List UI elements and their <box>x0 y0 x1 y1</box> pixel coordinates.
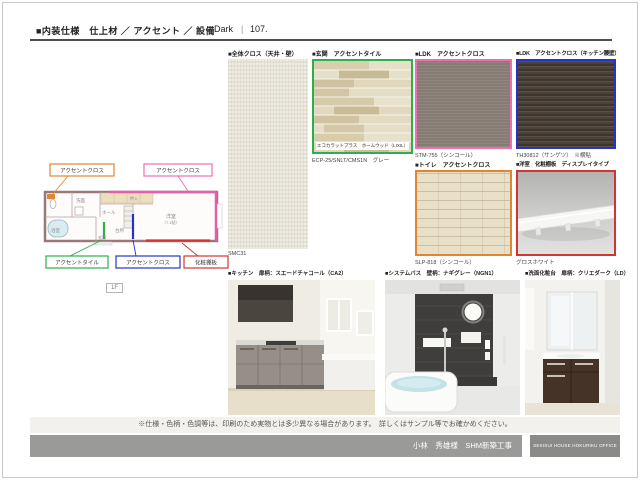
swatch-toilet-cloth <box>415 170 512 256</box>
svg-text:玄関: 玄関 <box>98 234 106 240</box>
header-rule <box>30 39 612 41</box>
wood-tile-texture <box>314 61 411 152</box>
photo-title-kitchen: ■キッチン 扉柄：スエードチャコール（CA2） <box>228 269 347 277</box>
accent-cloth-orange-mark <box>47 194 55 199</box>
swatch-kitchen-wainscot <box>516 59 616 149</box>
swatch-title-toilet-cloth: ■トイレ アクセントクロス <box>415 160 490 169</box>
disclaimer-text: ※仕様・色柄・色調等は、印刷のため実物とは多少異なる場合があります。 詳しくはサ… <box>30 417 620 433</box>
floor-label: 1F <box>106 283 123 293</box>
swatch-code-kitchen-wainscot: TH30812（サンゲツ） ※横貼 <box>516 151 591 159</box>
svg-text:洗面: 洗面 <box>76 197 85 204</box>
photo-bath <box>385 280 520 415</box>
theme-label: Dark <box>214 24 233 34</box>
swatch-code-overall-cloth: SMC31 <box>228 251 246 257</box>
svg-text:洋室: 洋室 <box>166 213 176 220</box>
swatch-code-toilet-cloth: SLP-818（シンコール） <box>415 258 475 266</box>
plan-kitchen-counter <box>124 206 133 228</box>
svg-text:（7.1帖）: （7.1帖） <box>162 219 180 225</box>
swatch-title-display-shelf: ■洋室 化粧棚板 ディスプレイタイプ <box>516 160 609 168</box>
photo-title-bath: ■システムバス 壁柄：ナギグレー（NGN1） <box>385 269 497 277</box>
swatch-title-entrance-tile: ■玄関 アクセントタイル <box>312 49 381 58</box>
svg-text:ホール: ホール <box>102 210 116 215</box>
callout-accent-cloth-pink: アクセントクロス <box>156 168 200 175</box>
callout-accent-cloth-orange: アクセントクロス <box>60 168 104 175</box>
swatch-code-display-shelf: グロスホワイト <box>516 258 555 266</box>
interior-spec-sheet: { "header": { "title": "■内装仕様 仕上材 ／ アクセン… <box>0 0 640 480</box>
swatch-title-ldk-cloth: ■LDK アクセントクロス <box>415 49 485 58</box>
photo-title-vanity: ■洗面化粧台 扉柄：クリエダーク（LD） <box>525 269 629 277</box>
swatch-display-shelf <box>516 170 616 256</box>
kitchen-photo <box>228 280 375 415</box>
floor-plan: 洋室 （7.1帖） 台所 ホール 浴室 洗面 押入 玄関 アクセントクロス アク… <box>38 162 230 284</box>
swatch-overall-cloth <box>228 59 308 249</box>
page-number: 107. <box>250 24 268 34</box>
bath-photo <box>385 280 520 415</box>
swatch-title-overall-cloth: ■全体クロス（天井・壁） <box>228 49 298 58</box>
vanity-photo <box>525 280 620 415</box>
swatch-title-kitchen-wainscot: ■LDK アクセントクロス（キッチン腰壁） <box>516 49 620 57</box>
callout-accent-tile-green: アクセントタイル <box>55 259 99 267</box>
swatch-code-entrance-tile: ECP-25/SNLT/CMS1N グレー <box>312 156 389 164</box>
callout-accent-cloth-blue: アクセントクロス <box>126 260 170 267</box>
swatch-code-ldk-cloth: STM-755（シンコール） <box>415 151 476 159</box>
swatch-entrance-tile: エコカラットプラス ホームウッド（LIXIL） <box>312 59 413 154</box>
shelf-photo <box>518 172 614 254</box>
tile-product-label: エコカラットプラス ホームウッド（LIXIL） <box>316 142 409 150</box>
office-footer: SEKISUI HOUSE HOKURIKU OFFICE <box>530 435 620 457</box>
floor-plan-drawing: 洋室 （7.1帖） 台所 ホール 浴室 洗面 押入 玄関 アクセントクロス アク… <box>38 162 230 284</box>
callout-shelf-red: 化粧棚板 <box>195 259 218 267</box>
plan-washer <box>75 207 83 215</box>
header-divider: | <box>241 24 243 34</box>
svg-text:押入: 押入 <box>130 195 138 201</box>
photo-vanity <box>525 280 620 415</box>
page-title: ■内装仕様 仕上材 ／ アクセント ／ 設備 <box>36 24 215 37</box>
plan-toilet <box>50 200 56 209</box>
svg-text:台所: 台所 <box>115 227 124 234</box>
swatch-ldk-cloth <box>415 59 512 149</box>
customer-footer: 小林 秀雄様 SHM新築工事 <box>30 435 522 457</box>
photo-kitchen <box>228 280 375 415</box>
svg-text:浴室: 浴室 <box>51 227 60 234</box>
